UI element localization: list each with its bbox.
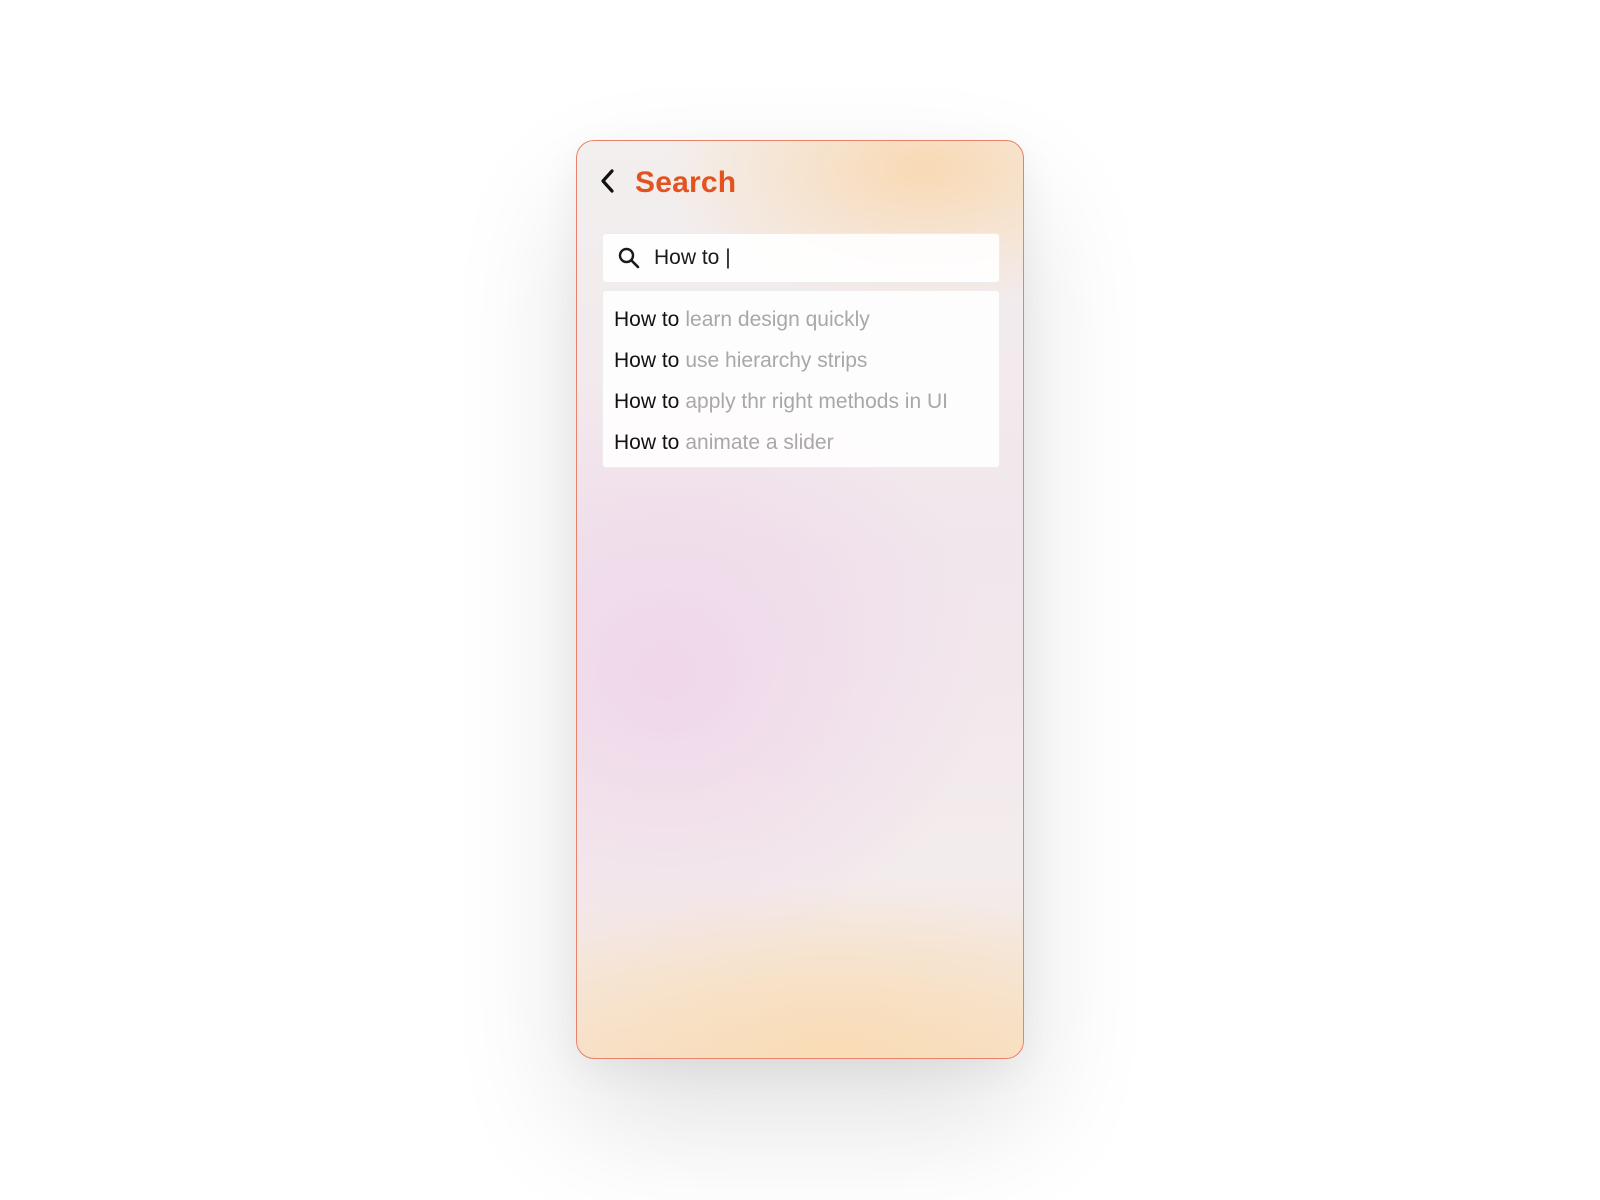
suggestion-completion: use hierarchy strips [685,348,868,372]
canvas: Search How to learn design quickly How t… [0,0,1600,1200]
suggestions-list: How to learn design quickly How to use h… [602,290,1000,468]
search-screen: Search How to learn design quickly How t… [576,140,1024,1059]
chevron-left-icon [600,168,616,199]
suggestion-prefix: How to [614,430,680,454]
back-button[interactable] [597,168,619,198]
suggestion-completion: learn design quickly [685,307,870,331]
suggestion-completion: apply thr right methods in UI [685,389,948,413]
suggestion-prefix: How to [614,389,680,413]
header: Search [597,163,736,203]
search-bar[interactable] [602,233,1000,283]
search-input[interactable] [654,246,984,270]
suggestion-item[interactable]: How to learn design quickly [603,299,999,340]
suggestion-item[interactable]: How to use hierarchy strips [603,340,999,381]
suggestion-completion: animate a slider [685,430,834,454]
search-icon [617,246,641,270]
suggestion-prefix: How to [614,307,680,331]
suggestion-item[interactable]: How to animate a slider [603,422,999,463]
suggestion-item[interactable]: How to apply thr right methods in UI [603,381,999,422]
page-title: Search [635,166,737,199]
suggestion-prefix: How to [614,348,680,372]
